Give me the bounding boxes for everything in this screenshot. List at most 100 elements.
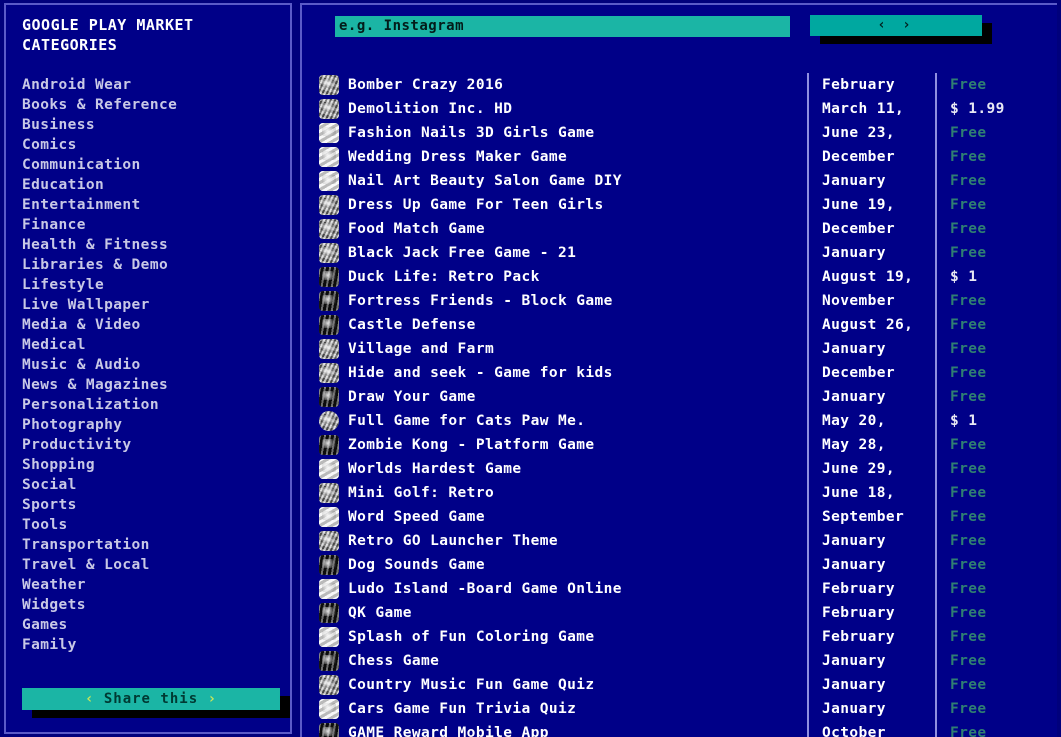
table-row[interactable]: Bomber Crazy 2016 February Free (302, 73, 1057, 97)
search-input[interactable] (335, 15, 790, 37)
sidebar-category-item[interactable]: Sports (22, 495, 290, 515)
table-row[interactable]: Wedding Dress Maker Game December Free (302, 145, 1057, 169)
table-row[interactable]: Castle Defense August 26, Free (302, 313, 1057, 337)
app-name[interactable]: Demolition Inc. HD (348, 101, 807, 117)
table-row[interactable]: Word Speed Game September Free (302, 505, 1057, 529)
table-row[interactable]: Chess Game January Free (302, 649, 1057, 673)
sidebar-category-item[interactable]: Productivity (22, 435, 290, 455)
app-name[interactable]: Splash of Fun Coloring Game (348, 629, 807, 645)
table-row[interactable]: Demolition Inc. HD March 11, $ 1.99 (302, 97, 1057, 121)
share-button-wrap: ‹ Share this › (22, 688, 290, 718)
app-price: Free (935, 601, 1057, 625)
sidebar-category-item[interactable]: Social (22, 475, 290, 495)
app-name[interactable]: Word Speed Game (348, 509, 807, 525)
table-row[interactable]: Full Game for Cats Paw Me. May 20, $ 1 (302, 409, 1057, 433)
app-name[interactable]: Ludo Island -Board Game Online (348, 581, 807, 597)
app-name[interactable]: Black Jack Free Game - 21 (348, 245, 807, 261)
table-row[interactable]: GAME Reward Mobile App October Free (302, 721, 1057, 737)
app-name[interactable]: Mini Golf: Retro (348, 485, 807, 501)
app-price: Free (935, 193, 1057, 217)
table-row[interactable]: Worlds Hardest Game June 29, Free (302, 457, 1057, 481)
sidebar-category-item[interactable]: Communication (22, 155, 290, 175)
app-name[interactable]: Full Game for Cats Paw Me. (348, 413, 807, 429)
sidebar-category-item[interactable]: Lifestyle (22, 275, 290, 295)
sidebar-category-item[interactable]: Media & Video (22, 315, 290, 335)
search-field-wrap (335, 15, 790, 37)
sidebar-category-item[interactable]: Games (22, 615, 290, 635)
app-name[interactable]: Draw Your Game (348, 389, 807, 405)
app-name[interactable]: Nail Art Beauty Salon Game DIY (348, 173, 807, 189)
table-row[interactable]: Splash of Fun Coloring Game February Free (302, 625, 1057, 649)
app-name[interactable]: Fashion Nails 3D Girls Game (348, 125, 807, 141)
sidebar-category-item[interactable]: Education (22, 175, 290, 195)
app-name[interactable]: Country Music Fun Game Quiz (348, 677, 807, 693)
sidebar-category-item[interactable]: Android Wear (22, 75, 290, 95)
app-name[interactable]: Duck Life: Retro Pack (348, 269, 807, 285)
sidebar-category-item[interactable]: Transportation (22, 535, 290, 555)
table-row[interactable]: Ludo Island -Board Game Online February Fr… (302, 577, 1057, 601)
categories-sidebar: GOOGLE PLAY MARKET CATEGORIES Android We… (4, 3, 292, 734)
app-name[interactable]: Wedding Dress Maker Game (348, 149, 807, 165)
app-name[interactable]: Retro GO Launcher Theme (348, 533, 807, 549)
sidebar-category-item[interactable]: Widgets (22, 595, 290, 615)
app-name[interactable]: Fortress Friends - Block Game (348, 293, 807, 309)
sidebar-category-item[interactable]: Comics (22, 135, 290, 155)
table-row[interactable]: Retro GO Launcher Theme January Free (302, 529, 1057, 553)
app-name[interactable]: Hide and seek - Game for kids (348, 365, 807, 381)
app-name[interactable]: Food Match Game (348, 221, 807, 237)
sidebar-category-item[interactable]: Libraries & Demo (22, 255, 290, 275)
sidebar-category-item[interactable]: Business (22, 115, 290, 135)
app-icon (319, 507, 339, 527)
sidebar-category-item[interactable]: Weather (22, 575, 290, 595)
table-row[interactable]: Draw Your Game January Free (302, 385, 1057, 409)
table-row[interactable]: Fashion Nails 3D Girls Game June 23, Free (302, 121, 1057, 145)
app-name[interactable]: Castle Defense (348, 317, 807, 333)
sidebar-category-item[interactable]: Photography (22, 415, 290, 435)
sidebar-category-item[interactable]: Books & Reference (22, 95, 290, 115)
app-release-date: September (807, 505, 935, 529)
app-icon-cell (302, 99, 348, 119)
app-release-date: December (807, 217, 935, 241)
table-row[interactable]: Food Match Game December Free (302, 217, 1057, 241)
app-name[interactable]: Dress Up Game For Teen Girls (348, 197, 807, 213)
sidebar-category-item[interactable]: News & Magazines (22, 375, 290, 395)
sidebar-category-item[interactable]: Live Wallpaper (22, 295, 290, 315)
sidebar-category-item[interactable]: Medical (22, 335, 290, 355)
app-name[interactable]: Village and Farm (348, 341, 807, 357)
app-name[interactable]: Chess Game (348, 653, 807, 669)
table-row[interactable]: Hide and seek - Game for kids December Fre… (302, 361, 1057, 385)
table-row[interactable]: Cars Game Fun Trivia Quiz January Free (302, 697, 1057, 721)
app-release-date: January (807, 169, 935, 193)
table-row[interactable]: Village and Farm January Free (302, 337, 1057, 361)
sidebar-category-item[interactable]: Shopping (22, 455, 290, 475)
app-name[interactable]: Worlds Hardest Game (348, 461, 807, 477)
table-row[interactable]: Mini Golf: Retro June 18, Free (302, 481, 1057, 505)
app-name[interactable]: Zombie Kong - Platform Game (348, 437, 807, 453)
app-name[interactable]: Dog Sounds Game (348, 557, 807, 573)
table-row[interactable]: Black Jack Free Game - 21 January Free (302, 241, 1057, 265)
table-row[interactable]: Nail Art Beauty Salon Game DIY January Fre… (302, 169, 1057, 193)
table-row[interactable]: Country Music Fun Game Quiz January Free (302, 673, 1057, 697)
share-this-button[interactable]: ‹ Share this › (22, 688, 280, 710)
app-icon (319, 555, 339, 575)
sidebar-category-item[interactable]: Personalization (22, 395, 290, 415)
app-name[interactable]: Cars Game Fun Trivia Quiz (348, 701, 807, 717)
app-name[interactable]: GAME Reward Mobile App (348, 725, 807, 737)
sidebar-category-item[interactable]: Finance (22, 215, 290, 235)
table-row[interactable]: Zombie Kong - Platform Game May 28, Free (302, 433, 1057, 457)
sidebar-category-item[interactable]: Music & Audio (22, 355, 290, 375)
app-name[interactable]: Bomber Crazy 2016 (348, 77, 807, 93)
table-row[interactable]: QK Game February Free (302, 601, 1057, 625)
table-row[interactable]: Duck Life: Retro Pack August 19, $ 1 (302, 265, 1057, 289)
table-row[interactable]: Dog Sounds Game January Free (302, 553, 1057, 577)
sidebar-category-item[interactable]: Tools (22, 515, 290, 535)
sidebar-category-item[interactable]: Family (22, 635, 290, 655)
app-name[interactable]: QK Game (348, 605, 807, 621)
table-row[interactable]: Dress Up Game For Teen Girls June 19, Free (302, 193, 1057, 217)
sidebar-category-item[interactable]: Entertainment (22, 195, 290, 215)
sidebar-category-item[interactable]: Travel & Local (22, 555, 290, 575)
sidebar-category-item[interactable]: Health & Fitness (22, 235, 290, 255)
app-icon (319, 291, 339, 311)
pagination-button[interactable]: ‹ › (810, 15, 982, 36)
table-row[interactable]: Fortress Friends - Block Game November Fre… (302, 289, 1057, 313)
